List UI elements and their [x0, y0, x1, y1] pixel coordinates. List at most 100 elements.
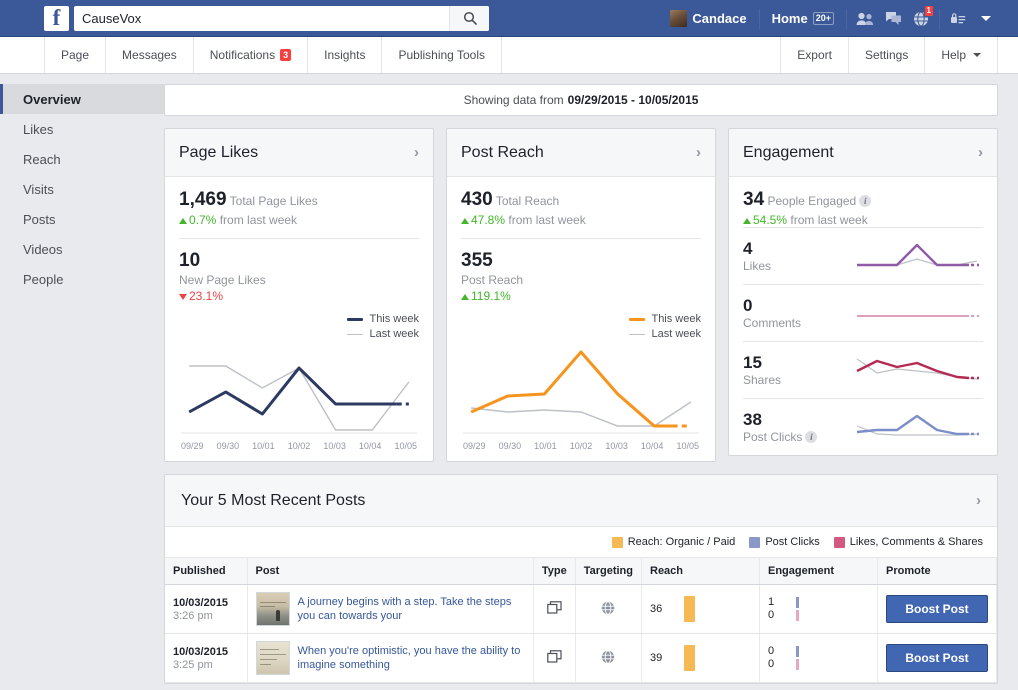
privacy-lock-icon[interactable] — [944, 7, 972, 31]
legend-swatch-last-week — [347, 333, 364, 335]
column-published[interactable]: Published — [165, 557, 248, 585]
tab-publishing-tools[interactable]: Publishing Tools — [382, 37, 502, 73]
engagement-row-post-clicks: 38 Post Clicks i — [743, 398, 983, 455]
search-icon[interactable] — [449, 5, 489, 31]
chevron-right-icon[interactable]: › — [976, 492, 981, 509]
cell-targeting — [575, 633, 643, 683]
delta-value: 47.8% — [471, 213, 506, 227]
cell-reach: 39 — [641, 633, 760, 683]
globe-notifications-icon[interactable]: 1 — [907, 4, 935, 31]
photo-album-icon — [546, 601, 562, 614]
home-badge: 20+ — [812, 12, 834, 25]
post-preview[interactable]: When you're optimistic, you have the abi… — [255, 641, 525, 675]
home-link[interactable]: Home 20+ — [764, 7, 842, 31]
sidebar-item-label: People — [23, 271, 64, 287]
boost-post-button[interactable]: Boost Post — [886, 644, 988, 672]
sidebar-item-reach[interactable]: Reach — [0, 144, 164, 174]
post-preview[interactable]: A journey begins with a step. Take the s… — [255, 592, 525, 626]
total-page-likes-value: 1,469 — [179, 189, 227, 210]
card-post-reach-header[interactable]: Post Reach › — [447, 129, 715, 177]
delta-value: 0.7% — [189, 213, 217, 227]
recent-posts-panel: Your 5 Most Recent Posts › Reach: Organi… — [164, 474, 998, 684]
column-post[interactable]: Post — [247, 557, 534, 585]
likes-label: Likes — [743, 259, 772, 273]
tab-notifications[interactable]: Notifications 3 — [194, 37, 309, 73]
card-engagement-header[interactable]: Engagement › — [729, 129, 997, 177]
table-row[interactable]: 10/03/2015 3:26 pm A journey begins with… — [165, 584, 997, 634]
chevron-right-icon[interactable]: › — [696, 144, 701, 161]
cell-promote: Boost Post — [877, 633, 997, 683]
sidebar-item-overview[interactable]: Overview — [0, 84, 164, 114]
settings-button[interactable]: Settings — [849, 37, 926, 73]
messages-glyph — [885, 12, 901, 25]
post-text[interactable]: When you're optimistic, you have the abi… — [298, 644, 525, 672]
legend-swatch-post-clicks — [749, 536, 761, 548]
post-reach-primary: 430 Total Reach — [461, 189, 701, 211]
sidebar-item-posts[interactable]: Posts — [0, 204, 164, 234]
sparkline-this-week — [856, 414, 969, 436]
tab-messages[interactable]: Messages — [106, 37, 194, 73]
engagement-row-likes: 4 Likes — [743, 227, 983, 284]
export-button[interactable]: Export — [780, 37, 849, 73]
cell-type — [533, 584, 576, 634]
column-engagement[interactable]: Engagement — [759, 557, 878, 585]
info-icon[interactable]: i — [805, 431, 818, 443]
friends-icon[interactable] — [851, 7, 879, 31]
xtick: 10/02 — [569, 441, 593, 451]
column-reach[interactable]: Reach — [641, 557, 760, 585]
card-page-likes-header[interactable]: Page Likes › — [165, 129, 433, 177]
engagement-clicks-value: 0 — [768, 645, 775, 657]
table-row[interactable]: 10/03/2015 3:25 pm When you're optimisti… — [165, 633, 997, 683]
recent-posts-header[interactable]: Your 5 Most Recent Posts › — [165, 475, 997, 527]
legend-last-week: Last week — [347, 328, 419, 340]
engagement-group: 0 0 — [768, 645, 869, 671]
sidebar-item-people[interactable]: People — [0, 264, 164, 294]
card-engagement: Engagement › 34 People Engaged i 54.5% fr… — [728, 128, 998, 456]
summary-cards: Page Likes › 1,469 Total Page Likes 0.7%… — [164, 128, 998, 462]
boost-post-button[interactable]: Boost Post — [886, 595, 988, 623]
recent-posts-title: Your 5 Most Recent Posts — [181, 491, 366, 509]
reach-bar-group: 36 — [650, 596, 751, 622]
header-divider — [758, 8, 760, 29]
reach-bar-organic — [684, 596, 695, 622]
sidebar-item-visits[interactable]: Visits — [0, 174, 164, 204]
published-time: 3:25 pm — [173, 658, 213, 671]
tab-insights[interactable]: Insights — [308, 37, 383, 73]
chevron-right-icon[interactable]: › — [978, 144, 983, 161]
sidebar-item-videos[interactable]: Videos — [0, 234, 164, 264]
post-text[interactable]: A journey begins with a step. Take the s… — [298, 595, 525, 623]
facebook-logo[interactable]: f — [44, 5, 69, 31]
post-clicks-value: 38 — [743, 410, 762, 429]
profile-link[interactable]: Candace — [662, 7, 754, 31]
column-targeting[interactable]: Targeting — [575, 557, 643, 585]
post-reach-legend: This week Last week — [461, 313, 701, 340]
column-promote[interactable]: Promote — [877, 557, 997, 585]
legend-swatch-last-week — [629, 333, 646, 335]
post-clicks-sparkline — [856, 414, 979, 436]
xtick: 10/04 — [640, 441, 664, 451]
xtick: 10/03 — [323, 441, 346, 451]
published-time: 3:26 pm — [173, 609, 213, 622]
insights-sidebar: Overview Likes Reach Visits Posts Videos… — [0, 74, 164, 684]
column-type[interactable]: Type — [533, 557, 576, 585]
tab-page[interactable]: Page — [44, 37, 107, 73]
sparkline-this-week — [856, 359, 970, 380]
recent-posts-table: Published Post Type Targeting Reach Enga… — [165, 557, 997, 683]
engagement-clicks-value: 1 — [768, 596, 775, 608]
posts-legend: Reach: Organic / Paid Post Clicks Likes,… — [165, 527, 997, 557]
help-button[interactable]: Help — [925, 37, 998, 73]
page-tab-nav: Page Messages Notifications 3 Insights P… — [0, 37, 1018, 74]
chevron-right-icon[interactable]: › — [414, 144, 419, 161]
info-icon[interactable]: i — [859, 195, 872, 207]
banner-date-range: 09/29/2015 - 10/05/2015 — [567, 93, 699, 107]
engagement-bar-clicks — [796, 597, 800, 608]
reach-bar-group: 39 — [650, 645, 751, 671]
account-caret-icon[interactable] — [972, 7, 1000, 31]
engagement-group: 1 0 — [768, 596, 869, 622]
messages-icon[interactable] — [879, 7, 907, 31]
header-divider-2 — [846, 8, 847, 29]
engagement-values: 0 0 — [768, 645, 774, 671]
xtick: 09/29 — [181, 441, 204, 451]
sidebar-item-likes[interactable]: Likes — [0, 114, 164, 144]
search-input[interactable] — [74, 6, 449, 30]
